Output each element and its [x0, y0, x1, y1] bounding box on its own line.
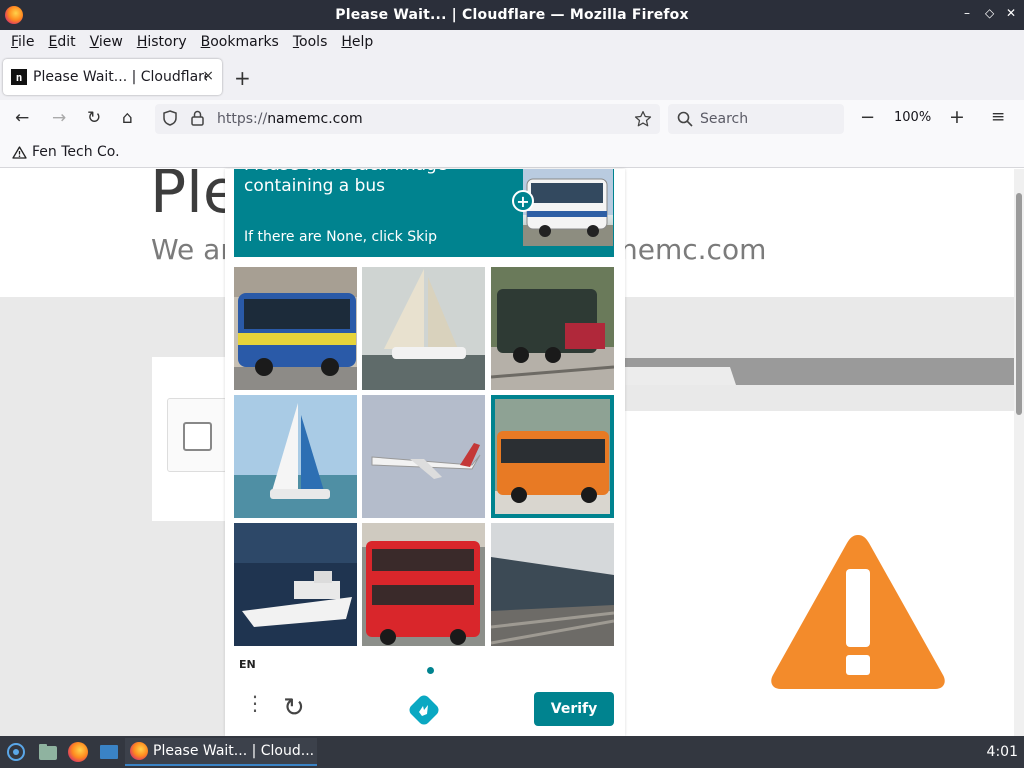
menu-bookmarks[interactable]: Bookmarks [194, 34, 286, 50]
firefox-task-icon [130, 742, 148, 760]
expand-example-icon[interactable]: + [512, 190, 534, 212]
captcha-tile-1[interactable] [234, 267, 357, 390]
url-host: namemc.com [267, 111, 363, 127]
tab-active[interactable]: n Please Wait... | Cloudflare × [3, 59, 222, 95]
captcha-tile-7[interactable] [234, 523, 357, 646]
zoom-in-button[interactable]: + [949, 106, 965, 128]
prompt-text: Please click each image containing a bus [244, 169, 447, 196]
example-bus-image [523, 169, 613, 246]
navigation-bar: ← → ↻ ⌂ https://namemc.com Search − 100%… [0, 100, 1024, 138]
firefox-launcher-icon[interactable] [68, 742, 88, 762]
skip-hint: If there are None, click Skip [244, 229, 438, 245]
scrollbar-thumb[interactable] [1016, 193, 1022, 415]
warning-triangle-icon [12, 145, 27, 159]
zoom-level[interactable]: 100% [894, 110, 931, 125]
page-subtitle-left: We ar [151, 233, 232, 266]
bookmark-item[interactable]: Fen Tech Co. [12, 144, 120, 160]
warning-sign-icon [771, 535, 945, 689]
bookmark-label: Fen Tech Co. [32, 144, 120, 160]
tab-label: Please Wait... | Cloudflare [33, 69, 207, 85]
start-menu-icon[interactable] [6, 742, 26, 762]
menu-edit[interactable]: Edit [41, 34, 82, 50]
url-bar[interactable]: https://namemc.com [155, 104, 660, 134]
new-tab-button[interactable]: + [234, 66, 251, 90]
tab-strip: n Please Wait... | Cloudflare × + [0, 54, 1024, 100]
reload-button[interactable]: ↻ [87, 108, 101, 128]
lock-icon[interactable] [191, 110, 204, 126]
minimize-icon[interactable]: – [964, 6, 970, 20]
desktop-icon[interactable] [99, 742, 119, 762]
captcha-tile-6-selected[interactable] [491, 395, 614, 518]
hcaptcha-logo-icon[interactable] [408, 694, 440, 726]
taskbar-window-label: Please Wait... | Cloud... [153, 743, 315, 759]
window-title: Please Wait... | Cloudflare — Mozilla Fi… [335, 7, 689, 23]
menu-bar: File Edit View History Bookmarks Tools H… [0, 30, 1024, 54]
page-indicator-dot [427, 667, 434, 674]
captcha-challenge: Please click each image containing a bus… [225, 169, 625, 736]
bookmark-star-icon[interactable] [634, 110, 652, 128]
namemc-favicon-icon: n [11, 69, 27, 85]
tracking-shield-icon[interactable] [163, 110, 177, 126]
menu-tools[interactable]: Tools [286, 34, 335, 50]
close-window-icon[interactable]: ✕ [1006, 6, 1016, 20]
taskbar-clock: 4:01 [986, 744, 1018, 760]
page-scrollbar[interactable] [1014, 169, 1024, 736]
verify-button[interactable]: Verify [534, 692, 614, 726]
maximize-icon[interactable]: ◇ [985, 6, 994, 20]
menu-help[interactable]: Help [334, 34, 380, 50]
hamburger-menu-icon[interactable]: ≡ [991, 107, 1005, 127]
page-subtitle-right: nemc.com [620, 233, 767, 266]
zoom-out-button[interactable]: − [860, 107, 875, 128]
forward-button[interactable]: → [52, 108, 66, 128]
close-tab-icon[interactable]: × [202, 68, 214, 84]
banner-light-shape [620, 367, 736, 385]
url-text[interactable]: https://namemc.com [217, 111, 363, 127]
more-options-icon[interactable]: ⋮ [245, 693, 265, 713]
captcha-tile-4[interactable] [234, 395, 357, 518]
url-scheme: https:// [217, 111, 268, 127]
human-verify-checkbox[interactable] [183, 422, 212, 451]
refresh-challenge-icon[interactable]: ↻ [283, 693, 305, 723]
back-button[interactable]: ← [15, 108, 29, 128]
search-icon [677, 111, 693, 127]
captcha-prompt: Please click each image containing a bus… [234, 169, 614, 257]
captcha-image-grid [234, 267, 614, 647]
captcha-tile-2[interactable] [362, 267, 485, 390]
file-manager-icon[interactable] [38, 742, 58, 762]
language-selector[interactable]: EN [239, 658, 256, 671]
menu-file[interactable]: File [4, 34, 41, 50]
search-placeholder: Search [700, 111, 749, 127]
menu-view[interactable]: View [83, 34, 130, 50]
firefox-logo-icon [5, 6, 23, 24]
taskbar-firefox-window[interactable]: Please Wait... | Cloud... [125, 738, 317, 766]
captcha-tile-8[interactable] [362, 523, 485, 646]
taskbar: Please Wait... | Cloud... 4:01 [0, 736, 1024, 768]
captcha-tile-9[interactable] [491, 523, 614, 646]
home-button[interactable]: ⌂ [122, 108, 133, 128]
window-titlebar: Please Wait... | Cloudflare — Mozilla Fi… [0, 0, 1024, 30]
bookmarks-toolbar: Fen Tech Co. [0, 138, 1024, 168]
search-box[interactable]: Search [668, 104, 844, 134]
captcha-tile-3[interactable] [491, 267, 614, 390]
menu-history[interactable]: History [130, 34, 194, 50]
captcha-tile-5[interactable] [362, 395, 485, 518]
